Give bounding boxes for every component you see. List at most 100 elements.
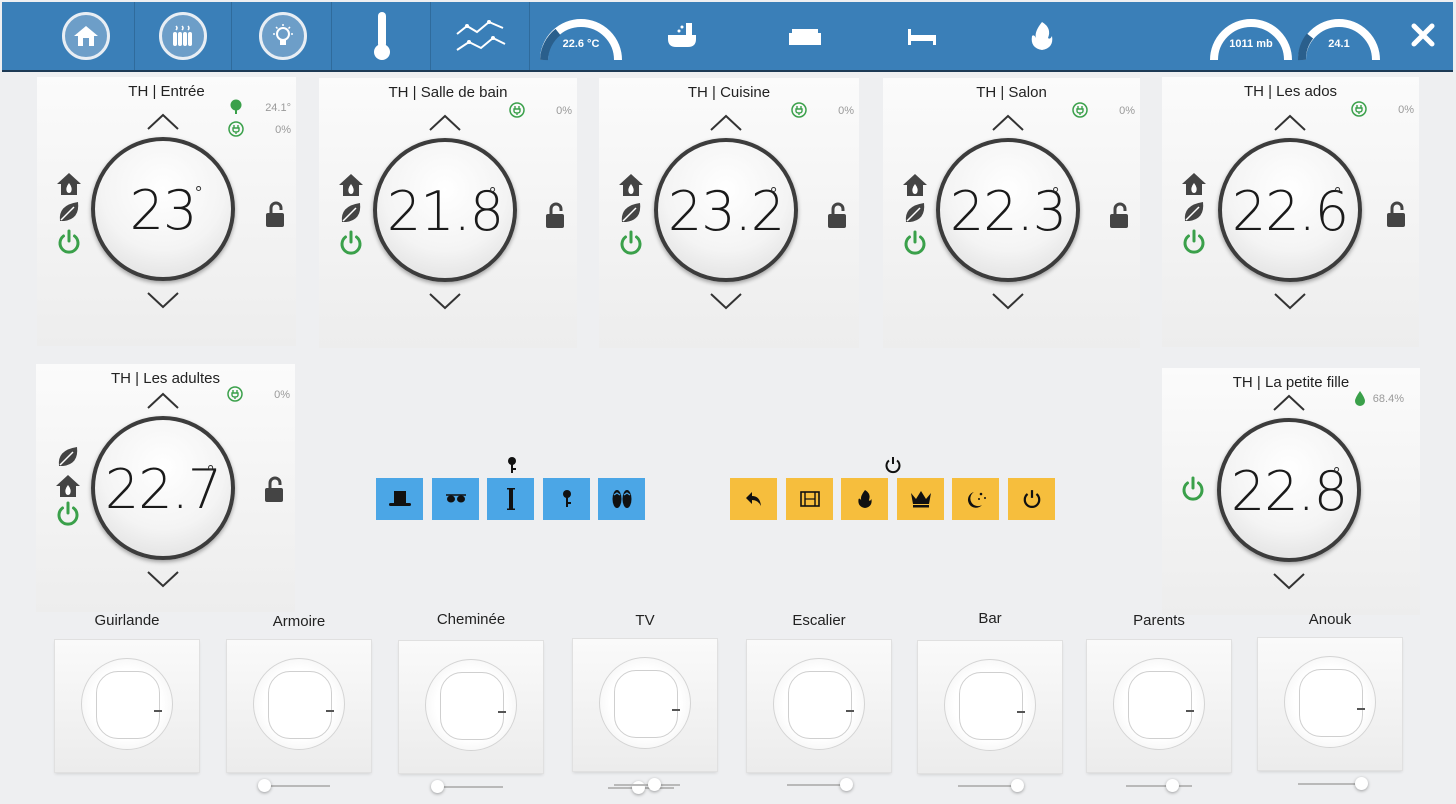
wall-switch[interactable] <box>918 641 1062 773</box>
heating-nav-button[interactable] <box>135 2 232 70</box>
power-icon[interactable] <box>902 230 928 256</box>
leaf-icon[interactable] <box>338 200 364 226</box>
scene-back-button[interactable] <box>730 478 777 520</box>
lock-open-icon[interactable] <box>827 202 849 230</box>
chevron-up-icon[interactable] <box>991 114 1025 132</box>
house-flame-icon[interactable] <box>618 172 644 198</box>
chevron-down-icon[interactable] <box>146 570 180 588</box>
thermostat-dial[interactable]: 21.8 ° <box>373 138 517 282</box>
scene-crown-button[interactable] <box>897 478 944 520</box>
thermostat-dial[interactable]: 22.3 ° <box>936 138 1080 282</box>
dimmer-knob[interactable] <box>647 778 661 791</box>
thermostat-dial[interactable]: 22.6 ° <box>1218 138 1362 282</box>
scene-door-button[interactable] <box>487 478 534 520</box>
lock-open-icon[interactable] <box>1386 201 1408 229</box>
scene-night-button[interactable] <box>952 478 999 520</box>
dimmer-knob[interactable] <box>1354 777 1368 790</box>
house-flame-icon[interactable] <box>56 171 82 197</box>
charts-nav-button[interactable] <box>433 2 530 70</box>
chevron-up-icon[interactable] <box>428 114 462 132</box>
power-icon[interactable] <box>56 229 82 255</box>
dimmer-track[interactable] <box>264 785 330 787</box>
switch-rocker[interactable] <box>959 672 1023 740</box>
power-icon[interactable] <box>618 230 644 256</box>
lighting-nav-button[interactable] <box>235 2 332 70</box>
home-nav-button[interactable] <box>38 2 135 70</box>
leaf-icon[interactable] <box>1181 199 1207 225</box>
dimmer-knob[interactable] <box>431 780 444 793</box>
scene-fire-button[interactable] <box>841 478 888 520</box>
dimmer-track[interactable] <box>1126 785 1192 787</box>
house-flame-icon[interactable] <box>55 473 81 499</box>
power-icon[interactable] <box>55 501 81 527</box>
wall-switch[interactable] <box>747 640 891 772</box>
wall-switch[interactable] <box>55 640 199 772</box>
scene-power-button[interactable] <box>1008 478 1055 520</box>
close-button[interactable] <box>1411 20 1435 52</box>
lock-open-icon[interactable] <box>1109 202 1131 230</box>
power-icon[interactable] <box>1180 476 1206 502</box>
degree-symbol: ° <box>1333 464 1341 484</box>
thermostat-dial[interactable]: 22.7 ° <box>91 416 235 560</box>
dimmer-knob[interactable] <box>258 779 271 792</box>
living-room-button[interactable] <box>785 16 825 56</box>
wall-switch[interactable] <box>1258 638 1402 770</box>
bedroom-button[interactable] <box>902 16 942 56</box>
thermostat-dial[interactable]: 23 ° <box>91 137 235 281</box>
scene-key-button[interactable] <box>543 478 590 520</box>
chevron-down-icon[interactable] <box>991 292 1025 310</box>
dimmer-knob[interactable] <box>1011 779 1025 792</box>
chevron-up-icon[interactable] <box>1273 114 1307 132</box>
power-icon[interactable] <box>338 230 364 256</box>
scene-film-button[interactable] <box>786 478 833 520</box>
switch-rocker[interactable] <box>96 671 160 739</box>
switch-rocker[interactable] <box>1128 671 1192 739</box>
leaf-icon[interactable] <box>902 200 928 226</box>
bathroom-button[interactable] <box>662 16 702 56</box>
lock-open-icon[interactable] <box>264 476 286 504</box>
thermostat-dial[interactable]: 22.8 ° <box>1217 418 1361 562</box>
lock-open-icon[interactable] <box>545 202 567 230</box>
leaf-icon[interactable] <box>618 200 644 226</box>
switch-rocker[interactable] <box>614 670 678 738</box>
chevron-up-icon[interactable] <box>146 392 180 410</box>
chevron-up-icon[interactable] <box>1272 394 1306 412</box>
chevron-down-icon[interactable] <box>1273 292 1307 310</box>
thermostat-title: TH | Salon <box>976 84 1047 101</box>
bathtub-icon <box>668 23 696 47</box>
chevron-down-icon[interactable] <box>709 292 743 310</box>
switch-indicator <box>154 710 162 712</box>
wall-switch[interactable] <box>573 639 717 771</box>
wall-switch[interactable] <box>227 640 371 772</box>
house-flame-icon[interactable] <box>338 172 364 198</box>
temperature-nav-button[interactable] <box>334 2 431 70</box>
switch-rocker[interactable] <box>1299 669 1363 737</box>
scene-hat-button[interactable] <box>376 478 423 520</box>
leaf-icon[interactable] <box>56 199 82 225</box>
scene-sunglasses-button[interactable] <box>432 478 479 520</box>
dimmer-knob[interactable] <box>1166 779 1180 792</box>
dimmer-track[interactable] <box>437 786 503 788</box>
thermostat-dial[interactable]: 23.2 ° <box>654 138 798 282</box>
scene-flip-flops-button[interactable] <box>598 478 645 520</box>
fireplace-button[interactable] <box>1022 16 1062 56</box>
lock-open-icon[interactable] <box>265 201 287 229</box>
power-icon <box>885 457 901 474</box>
dimmer-knob[interactable] <box>631 781 645 794</box>
leaf-icon[interactable] <box>55 444 81 470</box>
dimmer-knob[interactable] <box>840 778 854 791</box>
chevron-up-icon[interactable] <box>709 114 743 132</box>
switch-rocker[interactable] <box>788 671 852 739</box>
chevron-down-icon[interactable] <box>1272 572 1306 590</box>
house-flame-icon[interactable] <box>902 172 928 198</box>
house-flame-icon[interactable] <box>1181 171 1207 197</box>
chevron-up-icon[interactable] <box>146 113 180 131</box>
chevron-down-icon[interactable] <box>428 292 462 310</box>
wall-switch[interactable] <box>399 641 543 773</box>
chevron-down-icon[interactable] <box>146 291 180 309</box>
switch-indicator <box>326 710 334 712</box>
power-icon[interactable] <box>1181 229 1207 255</box>
switch-rocker[interactable] <box>268 671 332 739</box>
switch-rocker[interactable] <box>440 672 504 740</box>
wall-switch[interactable] <box>1087 640 1231 772</box>
